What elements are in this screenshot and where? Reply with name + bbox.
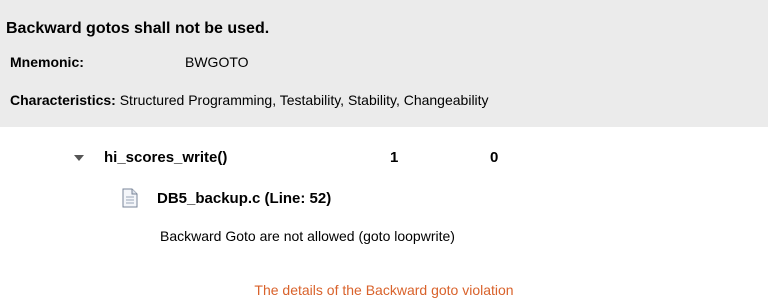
file-tree-row[interactable]: DB5_backup.c (Line: 52) (0, 186, 768, 210)
mnemonic-row: Mnemonic: BWGOTO (10, 54, 249, 70)
rule-details-panel: Backward gotos shall not be used. Mnemon… (0, 0, 768, 127)
file-icon (122, 188, 138, 208)
violation-count: 1 (390, 149, 399, 166)
characteristics-label: Characteristics: (10, 92, 116, 108)
rule-title: Backward gotos shall not be used. (6, 20, 270, 37)
function-tree-row[interactable]: hi_scores_write() 1 0 (0, 147, 768, 171)
figure-caption: The details of the Backward goto violati… (254, 282, 514, 298)
violation-message: Backward Goto are not allowed (goto loop… (160, 228, 455, 244)
function-name[interactable]: hi_scores_write() (104, 149, 227, 166)
characteristics-row: Characteristics: Structured Programming,… (10, 92, 489, 108)
mnemonic-label: Mnemonic: (10, 54, 84, 70)
mnemonic-value: BWGOTO (185, 54, 249, 70)
characteristics-value: Structured Programming, Testability, Sta… (119, 92, 489, 108)
secondary-count: 0 (490, 149, 499, 166)
file-location-link[interactable]: DB5_backup.c (Line: 52) (157, 190, 331, 207)
chevron-down-icon[interactable] (74, 155, 84, 161)
